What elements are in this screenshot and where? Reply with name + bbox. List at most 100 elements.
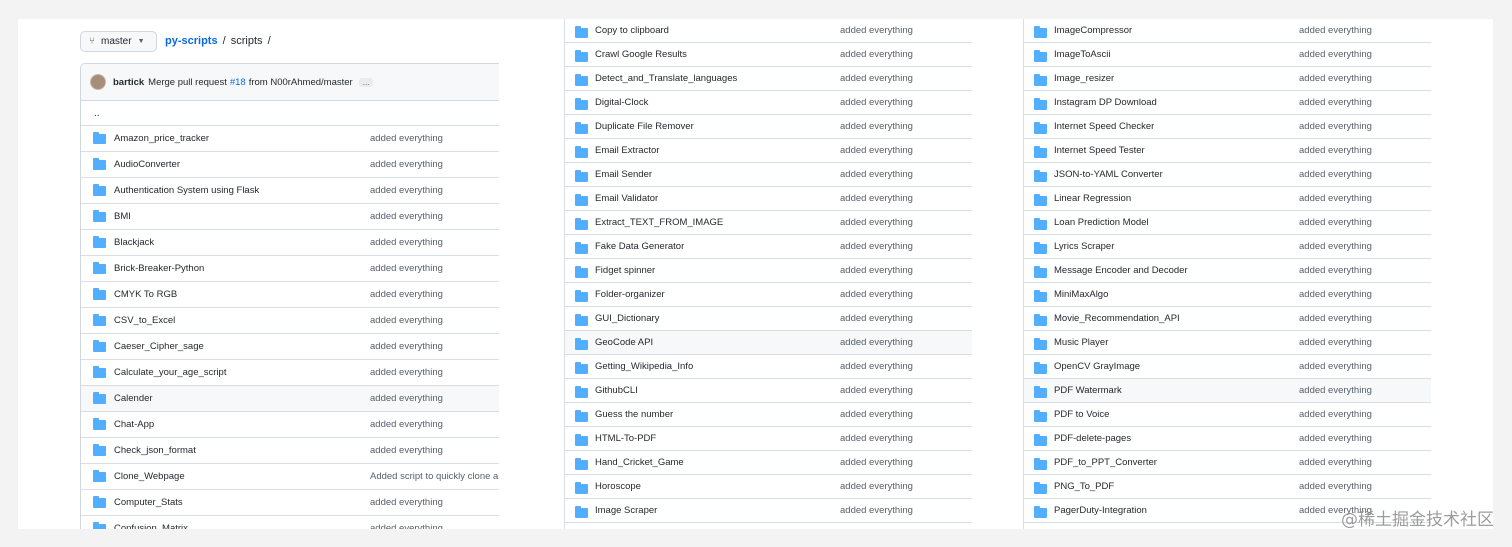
folder-name-link[interactable]: Getting_Wikipedia_Info — [595, 361, 693, 372]
folder-name-link[interactable]: Horoscope — [595, 481, 641, 492]
folder-name-link[interactable]: ImageToAscii — [1054, 49, 1111, 60]
commit-message-link[interactable]: added everything — [840, 385, 913, 396]
folder-name-link[interactable]: Duplicate File Remover — [595, 121, 694, 132]
folder-name-link[interactable]: Image Scraper — [595, 505, 657, 516]
commit-message-link[interactable]: added everything — [370, 445, 443, 456]
commit-message-link[interactable]: added everything — [370, 315, 443, 326]
commit-message-link[interactable]: added everything — [840, 265, 913, 276]
commit-message-link[interactable]: added everything — [370, 523, 443, 529]
commit-message-link[interactable]: added everything — [840, 241, 913, 252]
folder-name-link[interactable]: Hand_Cricket_Game — [595, 457, 684, 468]
folder-name-link[interactable]: AudioConverter — [114, 159, 180, 170]
folder-name-link[interactable]: Chat-App — [114, 419, 154, 430]
folder-name-link[interactable]: JSON-to-YAML Converter — [1054, 169, 1163, 180]
commit-message-link[interactable]: added everything — [370, 263, 443, 274]
commit-message-link[interactable]: added everything — [370, 393, 443, 404]
folder-name-link[interactable]: BMI — [114, 211, 131, 222]
folder-name-link[interactable]: Email Sender — [595, 169, 652, 180]
folder-name-link[interactable]: Confusion_Matrix — [114, 523, 188, 529]
commit-message-link[interactable]: added everything — [840, 145, 913, 156]
folder-name-link[interactable]: MiniMaxAlgo — [1054, 289, 1108, 300]
commit-message-link[interactable]: added everything — [1299, 289, 1372, 300]
commit-message-link[interactable]: added everything — [370, 159, 443, 170]
folder-name-link[interactable]: CSV_to_Excel — [114, 315, 175, 326]
folder-name-link[interactable]: Instagram DP Download — [1054, 97, 1157, 108]
commit-message-link[interactable]: added everything — [840, 505, 913, 516]
commit-message-link[interactable]: added everything — [840, 25, 913, 36]
folder-name-link[interactable]: Lyrics Scraper — [1054, 241, 1114, 252]
commit-message-link[interactable]: added everything — [1299, 361, 1372, 372]
commit-message-link[interactable]: added everything — [370, 367, 443, 378]
commit-message-link[interactable]: Added script to quickly clone a — [370, 471, 498, 482]
commit-message-link[interactable]: added everything — [1299, 97, 1372, 108]
folder-name-link[interactable]: Email Extractor — [595, 145, 659, 156]
commit-message-link[interactable]: added everything — [370, 211, 443, 222]
commit-message-link[interactable]: added everything — [1299, 73, 1372, 84]
commit-message-link[interactable]: added everything — [1299, 193, 1372, 204]
folder-name-link[interactable]: GUI_Dictionary — [595, 313, 659, 324]
commit-message-link[interactable]: added everything — [840, 481, 913, 492]
commit-message-link[interactable]: added everything — [370, 419, 443, 430]
folder-name-link[interactable]: PNG_To_PDF — [1054, 481, 1114, 492]
folder-name-link[interactable]: OpenCV GrayImage — [1054, 361, 1140, 372]
pull-request-link[interactable]: #18 — [230, 77, 246, 88]
commit-message-link[interactable]: added everything — [1299, 265, 1372, 276]
commit-message-tail[interactable]: from N00rAhmed/master — [249, 77, 353, 88]
folder-name-link[interactable]: PDF Watermark — [1054, 385, 1122, 396]
commit-message-link[interactable]: added everything — [1299, 337, 1372, 348]
commit-message-link[interactable]: added everything — [1299, 145, 1372, 156]
folder-name-link[interactable]: Blackjack — [114, 237, 154, 248]
commit-author-link[interactable]: bartick — [113, 77, 144, 88]
commit-message[interactable]: Merge pull request — [148, 77, 227, 88]
commit-message-link[interactable]: added everything — [840, 409, 913, 420]
commit-message-link[interactable]: added everything — [840, 337, 913, 348]
folder-name-link[interactable]: Image_resizer — [1054, 73, 1114, 84]
commit-message-link[interactable]: added everything — [840, 49, 913, 60]
commit-message-link[interactable]: added everything — [370, 289, 443, 300]
folder-name-link[interactable]: Fake Data Generator — [595, 241, 684, 252]
folder-name-link[interactable]: Clone_Webpage — [114, 471, 185, 482]
folder-name-link[interactable]: HTML-To-PDF — [595, 433, 656, 444]
folder-name-link[interactable]: GithubCLI — [595, 385, 638, 396]
folder-name-link[interactable]: Email Validator — [595, 193, 658, 204]
folder-name-link[interactable]: Internet Speed Checker — [1054, 121, 1154, 132]
commit-message-link[interactable]: added everything — [370, 185, 443, 196]
folder-name-link[interactable]: GeoCode API — [595, 337, 653, 348]
commit-message-link[interactable]: added everything — [370, 133, 443, 144]
folder-name-link[interactable]: Calculate_your_age_script — [114, 367, 226, 378]
expand-commit-button[interactable]: ... — [358, 77, 374, 87]
folder-name-link[interactable]: ImageCompressor — [1054, 25, 1132, 36]
folder-name-link[interactable]: Internet Speed Tester — [1054, 145, 1145, 156]
parent-directory-link[interactable]: .. — [81, 101, 499, 126]
folder-name-link[interactable]: Check_json_format — [114, 445, 196, 456]
commit-message-link[interactable]: added everything — [1299, 385, 1372, 396]
commit-message-link[interactable]: added everything — [1299, 217, 1372, 228]
commit-message-link[interactable]: added everything — [840, 313, 913, 324]
folder-name-link[interactable]: Detect_and_Translate_languages — [595, 73, 737, 84]
commit-message-link[interactable]: added everything — [840, 193, 913, 204]
commit-message-link[interactable]: added everything — [840, 361, 913, 372]
commit-message-link[interactable]: added everything — [1299, 169, 1372, 180]
folder-name-link[interactable]: Extract_TEXT_FROM_IMAGE — [595, 217, 723, 228]
folder-name-link[interactable]: Guess the number — [595, 409, 673, 420]
folder-name-link[interactable]: PDF-delete-pages — [1054, 433, 1131, 444]
folder-name-link[interactable]: Amazon_price_tracker — [114, 133, 209, 144]
folder-name-link[interactable]: Brick-Breaker-Python — [114, 263, 204, 274]
commit-message-link[interactable]: added everything — [840, 433, 913, 444]
commit-message-link[interactable]: added everything — [370, 237, 443, 248]
commit-message-link[interactable]: added everything — [840, 121, 913, 132]
folder-name-link[interactable]: PagerDuty-Integration — [1054, 505, 1147, 516]
folder-name-link[interactable]: Calender — [114, 393, 153, 404]
commit-message-link[interactable]: added everything — [1299, 481, 1372, 492]
commit-message-link[interactable]: added everything — [1299, 241, 1372, 252]
folder-name-link[interactable]: Digital-Clock — [595, 97, 648, 108]
folder-name-link[interactable]: Loan Prediction Model — [1054, 217, 1149, 228]
folder-name-link[interactable]: Movie_Recommendation_API — [1054, 313, 1180, 324]
folder-name-link[interactable]: Folder-organizer — [595, 289, 665, 300]
folder-name-link[interactable]: PDF_to_PPT_Converter — [1054, 457, 1157, 468]
branch-select-button[interactable]: ⑂ master ▼ — [80, 30, 157, 52]
commit-message-link[interactable]: added everything — [1299, 457, 1372, 468]
commit-message-link[interactable]: added everything — [1299, 409, 1372, 420]
commit-message-link[interactable]: added everything — [840, 457, 913, 468]
commit-message-link[interactable]: added everything — [1299, 121, 1372, 132]
